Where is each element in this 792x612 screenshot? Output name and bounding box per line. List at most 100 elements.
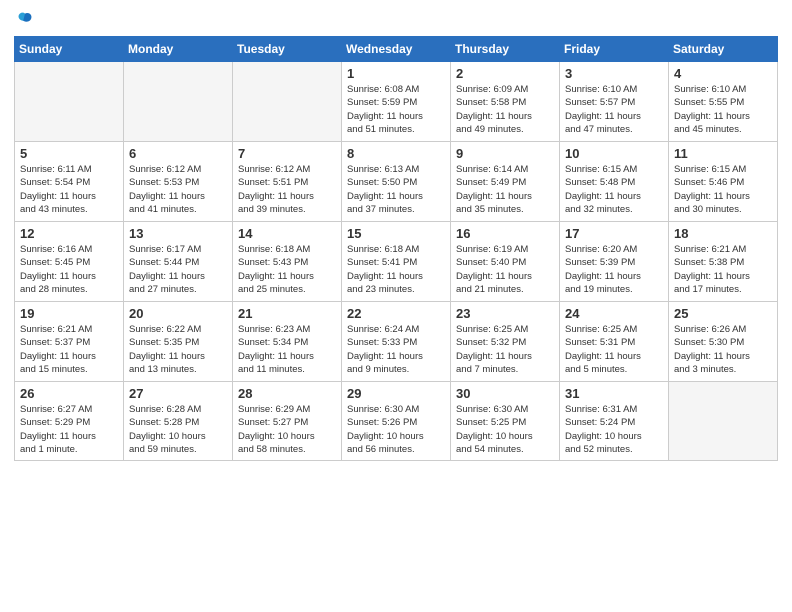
header	[14, 10, 778, 28]
calendar-day-cell: 29 Sunrise: 6:30 AM Sunset: 5:26 PM Dayli…	[342, 382, 451, 461]
calendar-week-row: 12 Sunrise: 6:16 AM Sunset: 5:45 PM Dayli…	[15, 222, 778, 302]
calendar-day-cell: 26 Sunrise: 6:27 AM Sunset: 5:29 PM Dayli…	[15, 382, 124, 461]
day-info: Sunrise: 6:16 AM Sunset: 5:45 PM Dayligh…	[20, 243, 118, 296]
day-info: Sunrise: 6:13 AM Sunset: 5:50 PM Dayligh…	[347, 163, 445, 216]
day-number: 29	[347, 386, 445, 401]
day-number: 12	[20, 226, 118, 241]
weekday-header: Monday	[124, 37, 233, 62]
calendar-day-cell: 16 Sunrise: 6:19 AM Sunset: 5:40 PM Dayli…	[451, 222, 560, 302]
day-info: Sunrise: 6:23 AM Sunset: 5:34 PM Dayligh…	[238, 323, 336, 376]
calendar-week-row: 26 Sunrise: 6:27 AM Sunset: 5:29 PM Dayli…	[15, 382, 778, 461]
calendar-day-cell: 12 Sunrise: 6:16 AM Sunset: 5:45 PM Dayli…	[15, 222, 124, 302]
day-number: 30	[456, 386, 554, 401]
calendar-day-cell: 27 Sunrise: 6:28 AM Sunset: 5:28 PM Dayli…	[124, 382, 233, 461]
day-number: 8	[347, 146, 445, 161]
calendar-day-cell: 13 Sunrise: 6:17 AM Sunset: 5:44 PM Dayli…	[124, 222, 233, 302]
calendar-day-cell: 18 Sunrise: 6:21 AM Sunset: 5:38 PM Dayli…	[669, 222, 778, 302]
calendar-day-cell: 5 Sunrise: 6:11 AM Sunset: 5:54 PM Daylig…	[15, 142, 124, 222]
day-info: Sunrise: 6:12 AM Sunset: 5:53 PM Dayligh…	[129, 163, 227, 216]
day-info: Sunrise: 6:17 AM Sunset: 5:44 PM Dayligh…	[129, 243, 227, 296]
day-info: Sunrise: 6:31 AM Sunset: 5:24 PM Dayligh…	[565, 403, 663, 456]
day-number: 2	[456, 66, 554, 81]
day-number: 19	[20, 306, 118, 321]
day-number: 3	[565, 66, 663, 81]
calendar-day-cell: 28 Sunrise: 6:29 AM Sunset: 5:27 PM Dayli…	[233, 382, 342, 461]
day-info: Sunrise: 6:08 AM Sunset: 5:59 PM Dayligh…	[347, 83, 445, 136]
calendar-day-cell	[124, 62, 233, 142]
weekday-header: Saturday	[669, 37, 778, 62]
day-number: 31	[565, 386, 663, 401]
day-number: 4	[674, 66, 772, 81]
calendar-week-row: 1 Sunrise: 6:08 AM Sunset: 5:59 PM Daylig…	[15, 62, 778, 142]
day-number: 17	[565, 226, 663, 241]
day-info: Sunrise: 6:14 AM Sunset: 5:49 PM Dayligh…	[456, 163, 554, 216]
weekday-header: Thursday	[451, 37, 560, 62]
day-info: Sunrise: 6:11 AM Sunset: 5:54 PM Dayligh…	[20, 163, 118, 216]
day-number: 18	[674, 226, 772, 241]
day-number: 22	[347, 306, 445, 321]
day-info: Sunrise: 6:25 AM Sunset: 5:31 PM Dayligh…	[565, 323, 663, 376]
day-number: 21	[238, 306, 336, 321]
day-info: Sunrise: 6:22 AM Sunset: 5:35 PM Dayligh…	[129, 323, 227, 376]
day-info: Sunrise: 6:10 AM Sunset: 5:55 PM Dayligh…	[674, 83, 772, 136]
calendar-day-cell: 1 Sunrise: 6:08 AM Sunset: 5:59 PM Daylig…	[342, 62, 451, 142]
day-number: 1	[347, 66, 445, 81]
calendar-day-cell	[233, 62, 342, 142]
calendar-day-cell: 6 Sunrise: 6:12 AM Sunset: 5:53 PM Daylig…	[124, 142, 233, 222]
day-number: 24	[565, 306, 663, 321]
day-info: Sunrise: 6:29 AM Sunset: 5:27 PM Dayligh…	[238, 403, 336, 456]
day-info: Sunrise: 6:27 AM Sunset: 5:29 PM Dayligh…	[20, 403, 118, 456]
calendar-day-cell: 4 Sunrise: 6:10 AM Sunset: 5:55 PM Daylig…	[669, 62, 778, 142]
logo-bird-icon	[16, 10, 34, 28]
day-info: Sunrise: 6:19 AM Sunset: 5:40 PM Dayligh…	[456, 243, 554, 296]
day-info: Sunrise: 6:12 AM Sunset: 5:51 PM Dayligh…	[238, 163, 336, 216]
calendar-day-cell: 7 Sunrise: 6:12 AM Sunset: 5:51 PM Daylig…	[233, 142, 342, 222]
calendar-day-cell	[15, 62, 124, 142]
calendar-day-cell: 22Sunrise: 6:24 AM Sunset: 5:33 PM Dayli…	[342, 302, 451, 382]
day-number: 13	[129, 226, 227, 241]
day-number: 23	[456, 306, 554, 321]
calendar-day-cell: 23 Sunrise: 6:25 AM Sunset: 5:32 PM Dayli…	[451, 302, 560, 382]
day-number: 26	[20, 386, 118, 401]
calendar-day-cell: 21 Sunrise: 6:23 AM Sunset: 5:34 PM Dayli…	[233, 302, 342, 382]
calendar-header-row: SundayMondayTuesdayWednesdayThursdayFrid…	[15, 37, 778, 62]
day-info: Sunrise: 6:30 AM Sunset: 5:25 PM Dayligh…	[456, 403, 554, 456]
day-number: 5	[20, 146, 118, 161]
day-number: 15	[347, 226, 445, 241]
weekday-header: Friday	[560, 37, 669, 62]
logo	[14, 10, 34, 28]
calendar-day-cell: 3Sunrise: 6:10 AM Sunset: 5:57 PM Daylig…	[560, 62, 669, 142]
day-number: 28	[238, 386, 336, 401]
day-info: Sunrise: 6:21 AM Sunset: 5:38 PM Dayligh…	[674, 243, 772, 296]
day-info: Sunrise: 6:15 AM Sunset: 5:48 PM Dayligh…	[565, 163, 663, 216]
day-info: Sunrise: 6:20 AM Sunset: 5:39 PM Dayligh…	[565, 243, 663, 296]
day-number: 11	[674, 146, 772, 161]
day-number: 10	[565, 146, 663, 161]
day-info: Sunrise: 6:18 AM Sunset: 5:41 PM Dayligh…	[347, 243, 445, 296]
day-number: 16	[456, 226, 554, 241]
day-number: 7	[238, 146, 336, 161]
weekday-header: Sunday	[15, 37, 124, 62]
calendar-day-cell: 11 Sunrise: 6:15 AM Sunset: 5:46 PM Dayli…	[669, 142, 778, 222]
day-number: 27	[129, 386, 227, 401]
day-info: Sunrise: 6:30 AM Sunset: 5:26 PM Dayligh…	[347, 403, 445, 456]
day-number: 6	[129, 146, 227, 161]
weekday-header: Tuesday	[233, 37, 342, 62]
calendar-day-cell: 2 Sunrise: 6:09 AM Sunset: 5:58 PM Daylig…	[451, 62, 560, 142]
day-info: Sunrise: 6:26 AM Sunset: 5:30 PM Dayligh…	[674, 323, 772, 376]
calendar-day-cell: 15 Sunrise: 6:18 AM Sunset: 5:41 PM Dayli…	[342, 222, 451, 302]
day-info: Sunrise: 6:15 AM Sunset: 5:46 PM Dayligh…	[674, 163, 772, 216]
day-number: 25	[674, 306, 772, 321]
day-info: Sunrise: 6:28 AM Sunset: 5:28 PM Dayligh…	[129, 403, 227, 456]
calendar-day-cell: 31 Sunrise: 6:31 AM Sunset: 5:24 PM Dayli…	[560, 382, 669, 461]
weekday-header: Wednesday	[342, 37, 451, 62]
day-number: 9	[456, 146, 554, 161]
calendar-week-row: 5 Sunrise: 6:11 AM Sunset: 5:54 PM Daylig…	[15, 142, 778, 222]
calendar-day-cell: 8 Sunrise: 6:13 AM Sunset: 5:50 PM Daylig…	[342, 142, 451, 222]
calendar-day-cell: 14Sunrise: 6:18 AM Sunset: 5:43 PM Dayli…	[233, 222, 342, 302]
day-info: Sunrise: 6:09 AM Sunset: 5:58 PM Dayligh…	[456, 83, 554, 136]
calendar-day-cell	[669, 382, 778, 461]
calendar-day-cell: 20Sunrise: 6:22 AM Sunset: 5:35 PM Dayli…	[124, 302, 233, 382]
day-number: 14	[238, 226, 336, 241]
day-info: Sunrise: 6:25 AM Sunset: 5:32 PM Dayligh…	[456, 323, 554, 376]
